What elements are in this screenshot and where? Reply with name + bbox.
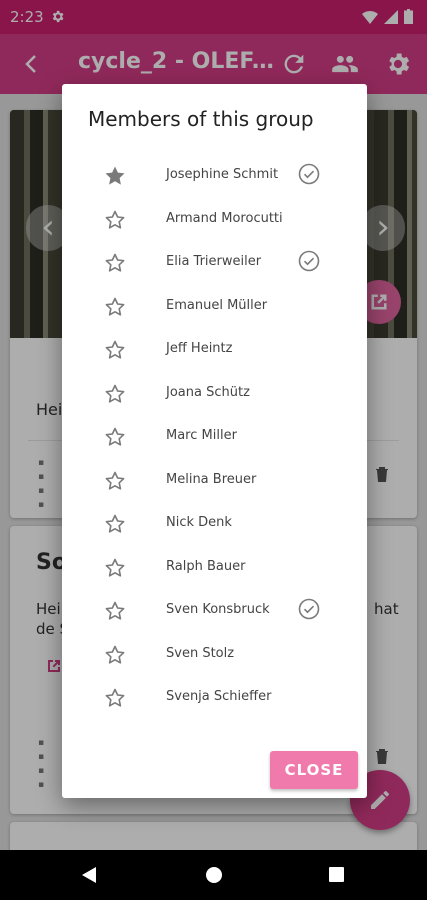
star-outline-icon[interactable]: [104, 513, 126, 535]
members-dialog: Members of this group Josephine Schmit Ar…: [62, 84, 367, 798]
member-row[interactable]: Elia Trierweiler: [62, 241, 367, 284]
member-row[interactable]: Ralph Bauer: [62, 546, 367, 589]
star-outline-icon[interactable]: [104, 252, 126, 274]
star-outline-icon[interactable]: [104, 426, 126, 448]
member-name: Joana Schütz: [166, 384, 250, 400]
close-button[interactable]: CLOSE: [270, 751, 358, 789]
member-name: Emanuel Müller: [166, 297, 268, 313]
member-name: Nick Denk: [166, 515, 232, 530]
star-outline-icon[interactable]: [104, 339, 126, 361]
member-row[interactable]: Svenja Schieffer: [62, 676, 367, 719]
star-outline-icon[interactable]: [104, 557, 126, 579]
member-row[interactable]: Armand Morocutti: [62, 198, 367, 241]
member-name: Sven Konsbruck: [166, 602, 270, 617]
nav-home-icon[interactable]: [204, 865, 224, 885]
member-name: Svenja Schieffer: [166, 689, 272, 704]
member-row[interactable]: Joana Schütz: [62, 372, 367, 415]
star-outline-icon[interactable]: [104, 296, 126, 318]
member-row[interactable]: Sven Konsbruck: [62, 589, 367, 632]
star-outline-icon[interactable]: [104, 687, 126, 709]
star-filled-icon[interactable]: [104, 165, 126, 187]
member-row[interactable]: Josephine Schmit: [62, 154, 367, 197]
member-row[interactable]: Jeff Heintz: [62, 328, 367, 371]
member-name: Ralph Bauer: [166, 558, 246, 574]
star-outline-icon[interactable]: [104, 644, 126, 666]
member-row[interactable]: Melina Breuer: [62, 459, 367, 502]
member-row[interactable]: Sven Stolz: [62, 633, 367, 676]
star-outline-icon[interactable]: [104, 209, 126, 231]
member-name: Armand Morocutti: [166, 210, 283, 226]
member-name: Melina Breuer: [166, 471, 257, 487]
star-outline-icon[interactable]: [104, 470, 126, 492]
nav-recents-icon[interactable]: [328, 866, 345, 883]
member-name: Josephine Schmit: [166, 167, 279, 182]
star-outline-icon[interactable]: [104, 600, 126, 622]
member-name: Sven Stolz: [166, 645, 235, 661]
member-name: Jeff Heintz: [166, 341, 233, 356]
member-row[interactable]: Emanuel Müller: [62, 285, 367, 328]
nav-back-icon[interactable]: [80, 866, 98, 884]
dialog-title: Members of this group: [88, 107, 314, 131]
check-circle-icon: [298, 598, 320, 620]
system-nav-bar: [0, 850, 427, 900]
member-row[interactable]: Nick Denk: [62, 502, 367, 545]
check-circle-icon: [298, 163, 320, 185]
member-row[interactable]: Marc Miller: [62, 415, 367, 458]
member-name: Marc Miller: [166, 428, 237, 443]
check-circle-icon: [298, 250, 320, 272]
member-name: Elia Trierweiler: [166, 254, 262, 269]
star-outline-icon[interactable]: [104, 383, 126, 405]
